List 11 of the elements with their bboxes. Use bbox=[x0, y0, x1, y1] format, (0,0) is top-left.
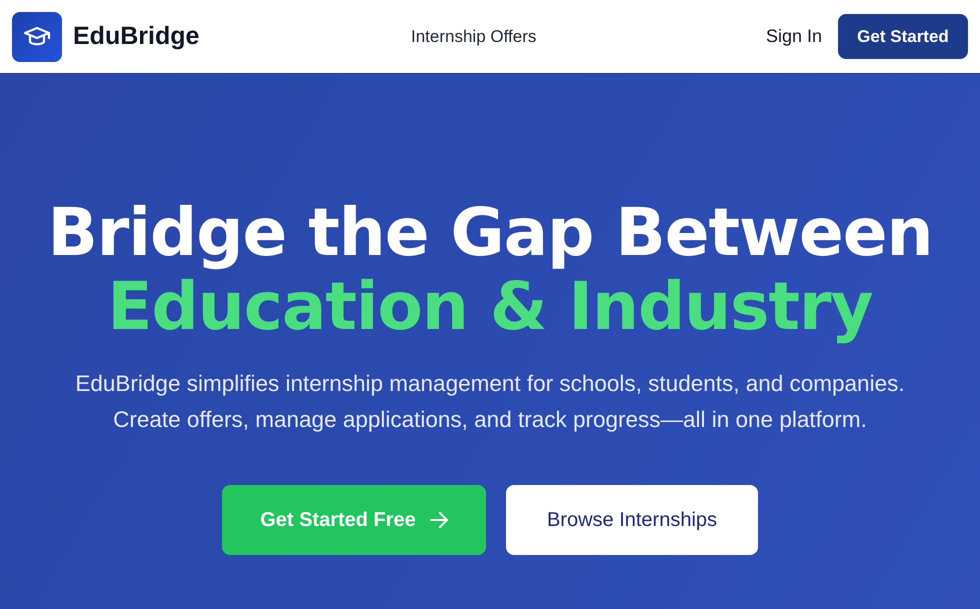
brand-name: EduBridge bbox=[73, 22, 200, 51]
hero-description: EduBridge simplifies internship management for schools, students, and companies. Create offers, manage applications, and track progress—all in one platform. bbox=[75, 370, 905, 434]
arrow-right-icon bbox=[430, 512, 448, 528]
browse-internships-button[interactable]: Browse Internships bbox=[506, 485, 758, 555]
get-started-button[interactable]: Get Started bbox=[838, 14, 968, 59]
hero-title: Bridge the Gap Between bbox=[47, 196, 933, 270]
graduation-cap-icon bbox=[23, 26, 51, 48]
sign-in-link[interactable]: Sign In bbox=[766, 26, 822, 47]
nav-link[interactable]: Internship Offers bbox=[411, 26, 536, 46]
hero-subtitle: Education & Industry bbox=[107, 270, 873, 344]
logo-icon[interactable] bbox=[12, 12, 62, 62]
